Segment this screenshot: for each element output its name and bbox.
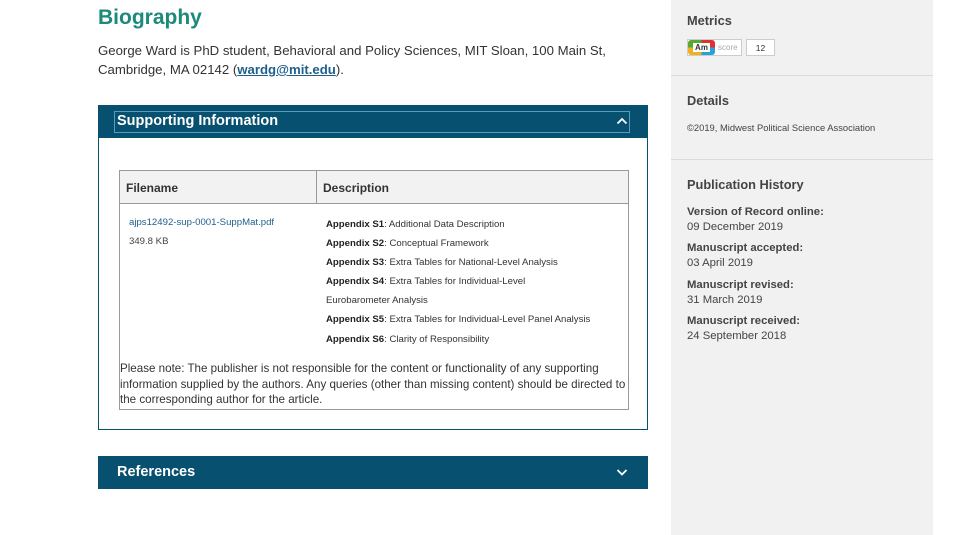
altmetric-score-label: score xyxy=(718,43,738,52)
history-item: Manuscript received: 24 September 2018 xyxy=(687,315,801,342)
author-email-link[interactable]: wardg@mit.edu xyxy=(237,62,336,77)
column-header-filename: Filename xyxy=(120,171,317,204)
list-item: Appendix S4: Extra Tables for Individual… xyxy=(326,276,526,307)
details-heading: Details xyxy=(687,93,729,108)
article-sidebar: Metrics Am score 12 Details ©2019, Midwe… xyxy=(671,0,933,535)
list-item: Appendix S5: Extra Tables for Individual… xyxy=(326,314,591,326)
chevron-up-icon[interactable] xyxy=(616,115,628,127)
supporting-info-table: Filename Description ajps12492-sup-0001-… xyxy=(119,170,629,410)
list-item: Appendix S1: Additional Data Description xyxy=(326,219,505,230)
supporting-info-title: Supporting Information xyxy=(117,113,279,129)
supporting-info-accordion: Supporting Information Filename Descript… xyxy=(98,105,648,430)
copyright-text: ©2019, Midwest Political Science Associa… xyxy=(687,122,876,133)
references-title: References xyxy=(117,464,196,480)
biography-text-body: George Ward is PhD student, Behavioral a… xyxy=(98,43,606,77)
list-item: Appendix S6: Clarity of Responsibility xyxy=(326,333,490,345)
history-item: Version of Record online: 09 December 201… xyxy=(687,206,824,233)
list-item: Appendix S3: Extra Tables for National-L… xyxy=(326,257,558,269)
altmetric-widget[interactable]: Am score 12 xyxy=(687,39,775,56)
appendix-list: Appendix S1: Additional Data Description… xyxy=(326,215,626,349)
history-item: Manuscript revised: 31 March 2019 xyxy=(687,279,794,306)
publication-history-section: Publication History Version of Record on… xyxy=(671,160,933,360)
altmetric-donut-icon: Am xyxy=(688,40,715,55)
references-accordion: References xyxy=(98,456,648,489)
supporting-file-size: 349.8 KB xyxy=(129,236,169,247)
list-item: Appendix S2: Conceptual Framework xyxy=(326,238,489,250)
history-item: Manuscript accepted: 03 April 2019 xyxy=(687,242,804,269)
references-toggle[interactable]: References xyxy=(98,456,648,489)
biography-heading: Biography xyxy=(98,6,202,29)
altmetric-badge[interactable]: Am score xyxy=(687,39,742,56)
publisher-note: Please note: The publisher is not respon… xyxy=(120,362,626,406)
supporting-file-link[interactable]: ajps12492-sup-0001-SuppMat.pdf xyxy=(129,217,274,228)
supporting-info-panel: Filename Description ajps12492-sup-0001-… xyxy=(98,138,648,430)
supporting-info-toggle[interactable]: Supporting Information xyxy=(98,105,648,138)
biography-text: George Ward is PhD student, Behavioral a… xyxy=(98,41,638,79)
altmetric-count[interactable]: 12 xyxy=(746,39,775,56)
publication-history-heading: Publication History xyxy=(687,177,804,192)
metrics-heading: Metrics xyxy=(687,13,732,28)
chevron-down-icon[interactable] xyxy=(616,466,628,478)
column-header-description: Description xyxy=(317,171,628,204)
biography-text-end: ). xyxy=(335,62,344,77)
details-section: Details ©2019, Midwest Political Science… xyxy=(671,76,933,160)
metrics-section: Metrics Am score 12 xyxy=(671,0,933,76)
